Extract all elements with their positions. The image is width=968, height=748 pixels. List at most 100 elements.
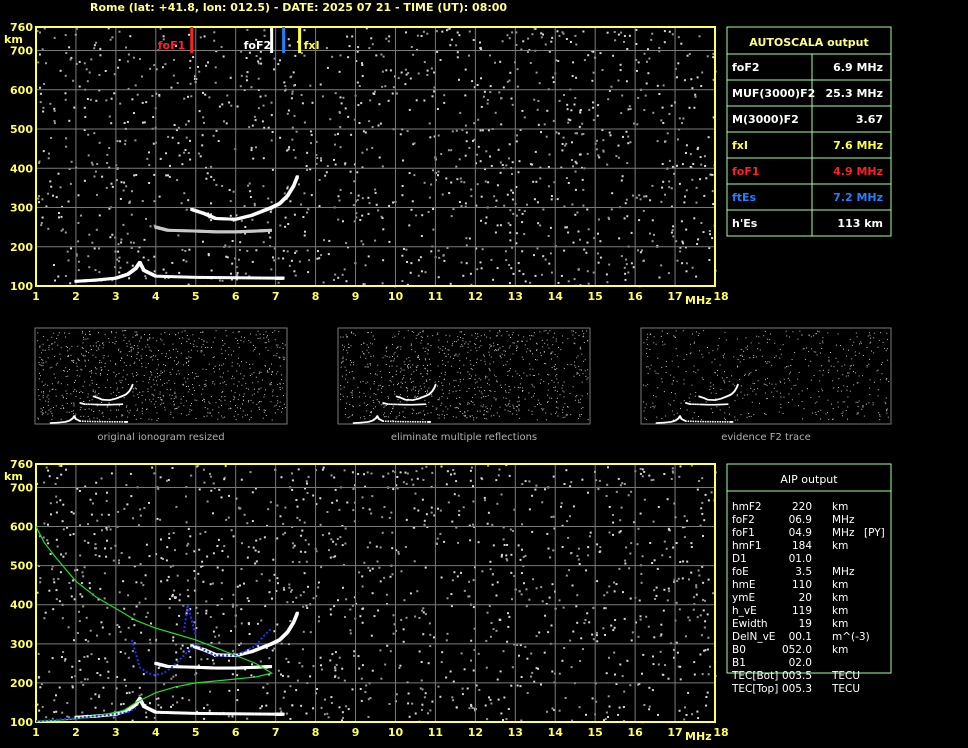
trace-point (211, 276, 215, 280)
trace-point (177, 275, 181, 279)
trace-point (199, 711, 203, 715)
x-tick-label: 12 (468, 290, 483, 303)
thumbnail-multiple-reflections: eliminate multiple reflections (337, 327, 591, 443)
trace-point (295, 175, 299, 179)
trace-point (182, 711, 186, 715)
aip-panel: AIP output hmF2 220 km foF2 06.9 MHz foF1 04.9 M… (726, 463, 892, 695)
trace-point (194, 275, 198, 279)
trace-point (180, 275, 183, 279)
x-tick-label: 18 (713, 726, 728, 739)
trace-series-0 (74, 260, 285, 283)
fit-line (182, 604, 197, 637)
aip-row-value: 19 (799, 618, 812, 630)
trace-point (251, 276, 255, 280)
aip-row-label: hmF2 (732, 501, 762, 513)
trace-point (157, 710, 161, 714)
autoscala-row-label: foF1 (732, 165, 760, 178)
aip-row-label: hmE (732, 579, 756, 591)
x-tick-label: 16 (627, 726, 643, 739)
trace-point (202, 711, 206, 715)
aip-row-value: 3.5 (795, 566, 812, 578)
aip-row-unit: MHz (832, 514, 855, 526)
trace-point (259, 712, 263, 716)
trace-point (269, 228, 273, 232)
trace-point (248, 276, 252, 280)
y-tick-label: 500 (10, 560, 33, 573)
trace-point (268, 712, 272, 716)
x-tick-label: 14 (548, 290, 564, 303)
trace-point (197, 711, 201, 715)
aip-row-label: foF1 (732, 527, 755, 539)
trace-point (154, 274, 158, 278)
trace-point (202, 275, 206, 279)
x-tick-label: 11 (428, 726, 443, 739)
trace-point (259, 276, 263, 280)
y-tick-label: 200 (10, 241, 33, 254)
y-tick-label: 300 (10, 638, 33, 651)
trace-point (180, 711, 183, 715)
x-tick-label: 11 (428, 290, 443, 303)
aip-row-label: B0 (732, 644, 746, 656)
aip-row-value: 04.9 (789, 527, 812, 539)
noise-dots (36, 464, 717, 724)
trace-point (268, 276, 272, 280)
autoscala-row-label: h'Es (732, 217, 758, 230)
y-tick-label: 300 (10, 202, 33, 215)
trace-point (262, 276, 266, 280)
thumbnail-caption-multiple-reflections: eliminate multiple reflections (391, 432, 537, 443)
trace-point (234, 712, 238, 716)
y-axis-label: km (4, 470, 23, 483)
aip-row: TEC[Bot] 003.5 TECU (731, 670, 860, 682)
trace-point (265, 276, 269, 280)
x-tick-label: 14 (548, 726, 564, 739)
aip-row-label: foF2 (732, 514, 755, 526)
autoscala-row-value: 7.6 MHz (833, 139, 883, 152)
x-tick-label: 7 (272, 726, 280, 739)
aip-row-label: D1 (732, 553, 747, 565)
trace-point (165, 275, 169, 279)
y-tick-label: 700 (10, 45, 33, 58)
trace-point (281, 712, 285, 716)
trace-point (174, 711, 178, 715)
aip-row-unit: km (832, 644, 848, 656)
trace-point (225, 712, 229, 716)
aip-row: DelN_vE 00.1 m^(-3) (732, 631, 870, 643)
aip-row-label: Ewidth (732, 618, 768, 630)
trace-point (162, 274, 166, 278)
aip-row-value: 02.0 (789, 657, 812, 669)
autoscala-row-value: 7.2 MHz (833, 191, 883, 204)
autoscala-row: MUF(3000)F2 25.3 MHz (732, 87, 883, 100)
trace-point (265, 712, 269, 716)
trace-point (160, 710, 164, 714)
trace-point (254, 712, 258, 716)
marker-fxi: fxI (298, 27, 320, 53)
aip-row-label: h_vE (732, 605, 757, 617)
trace-point (269, 665, 273, 669)
trace-point (191, 275, 195, 279)
trace-point (191, 711, 195, 715)
autoscala-row-label: M(3000)F2 (732, 113, 799, 126)
autoscala-row-value: 113 km (837, 217, 883, 230)
trace-point (257, 712, 261, 716)
trace-point (205, 712, 209, 716)
ionogram-bottom-chart: 1 2 3 4 5 6 7 8 9 10 11 12 13 14 15 16 17 181002003004005… (4, 458, 729, 743)
trace-point (217, 712, 221, 716)
autoscala-row-label: fxI (732, 139, 748, 152)
trace-point (219, 712, 223, 716)
x-tick-label: 9 (352, 726, 360, 739)
trace-point (237, 712, 241, 716)
trace-point (208, 712, 212, 716)
grid (35, 463, 716, 723)
trace-point (208, 276, 212, 280)
aip-row-value: 01.0 (789, 553, 812, 565)
x-tick-label: 10 (388, 726, 404, 739)
trace-point (281, 276, 285, 280)
aip-row-value: 052.0 (782, 644, 812, 656)
y-axis-label: km (4, 33, 23, 46)
aip-row-value: 005.3 (782, 683, 812, 695)
y-tick-label: 500 (10, 123, 33, 136)
x-tick-label: 17 (667, 726, 682, 739)
noise-dots (36, 27, 717, 288)
marker-label: fxI (304, 39, 320, 52)
trace-point (231, 276, 235, 280)
